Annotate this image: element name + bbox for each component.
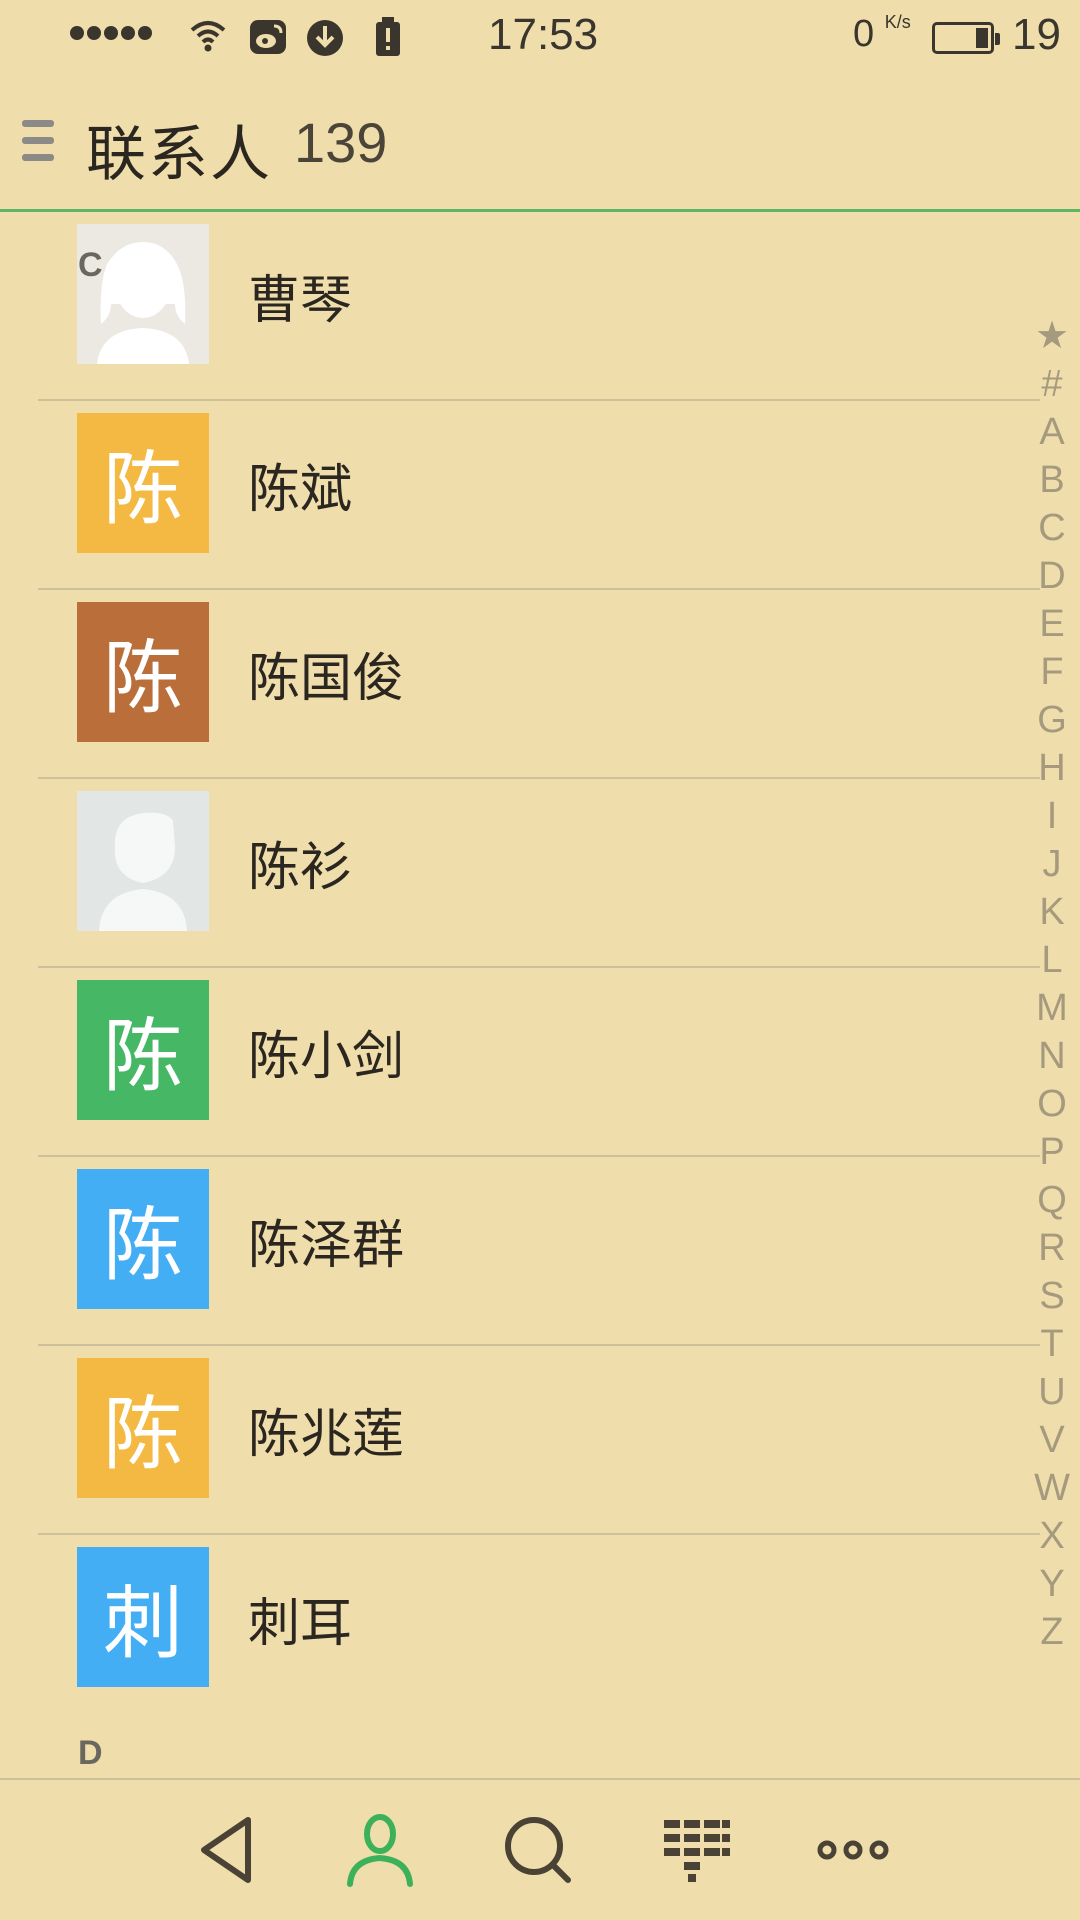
index-letter[interactable]: F <box>1040 648 1063 696</box>
index-letter[interactable]: Q <box>1037 1176 1067 1224</box>
alphabet-index[interactable]: ★ # A B C D E F G H I J K L M N O P Q R S T U V W X Y Z <box>1030 312 1074 1656</box>
clock: 17:53 <box>488 10 599 59</box>
index-letter[interactable]: O <box>1037 1080 1067 1128</box>
avatar: 陈 <box>77 980 209 1120</box>
contact-row[interactable]: 陈 陈泽群 <box>0 1157 1040 1346</box>
battery-icon <box>932 22 1000 54</box>
menu-icon[interactable] <box>22 120 54 166</box>
index-letter[interactable]: C <box>1038 504 1065 552</box>
page-title: 联系人 <box>86 120 272 190</box>
contact-row[interactable]: 陈衫 <box>0 779 1040 968</box>
female-avatar-icon <box>97 242 189 364</box>
status-bar: 17:53 0 K/s 19 <box>0 0 1080 76</box>
index-letter[interactable]: H <box>1038 744 1065 792</box>
contact-row[interactable]: 陈 陈斌 <box>0 401 1040 590</box>
dialpad-button[interactable] <box>656 1810 736 1890</box>
contacts-screen: 17:53 0 K/s 19 联系人 139 曹琴 陈 陈斌 陈 陈国俊 陈衫 … <box>0 0 1080 1920</box>
contact-name: 刺耳 <box>248 1594 353 1654</box>
index-letter[interactable]: R <box>1038 1224 1065 1272</box>
index-letter[interactable]: G <box>1037 696 1067 744</box>
app-header: 联系人 139 <box>0 76 1080 212</box>
contact-name: 陈兆莲 <box>248 1405 405 1465</box>
download-icon <box>307 20 343 56</box>
search-button[interactable] <box>498 1810 578 1890</box>
wifi-icon <box>190 21 226 52</box>
index-letter[interactable]: Z <box>1040 1608 1063 1656</box>
avatar: 陈 <box>77 602 209 742</box>
male-avatar-icon <box>99 812 187 931</box>
more-dots-icon <box>817 1840 889 1860</box>
signal-strength-icon <box>70 26 152 40</box>
contact-row[interactable]: 陈 陈兆莲 <box>0 1346 1040 1535</box>
battery-level: 19 <box>1012 10 1061 59</box>
index-letter[interactable]: S <box>1039 1272 1064 1320</box>
contact-row[interactable]: 陈 陈小剑 <box>0 968 1040 1157</box>
contact-row[interactable]: 刺 刺耳 <box>0 1535 1040 1724</box>
dialpad-icon <box>664 1820 730 1882</box>
section-header-c: C <box>78 246 103 284</box>
contact-name: 陈国俊 <box>248 649 405 709</box>
index-letter[interactable]: L <box>1041 936 1062 984</box>
avatar <box>77 224 209 364</box>
index-letter[interactable]: D <box>1038 552 1065 600</box>
index-letter[interactable]: K <box>1039 888 1064 936</box>
index-letter[interactable]: # <box>1041 360 1062 408</box>
contact-name: 陈泽群 <box>248 1216 405 1276</box>
index-letter[interactable]: V <box>1039 1416 1064 1464</box>
index-letter[interactable]: Y <box>1039 1560 1064 1608</box>
contact-name: 曹琴 <box>248 271 353 331</box>
avatar: 刺 <box>77 1547 209 1687</box>
index-letter[interactable]: W <box>1034 1464 1070 1512</box>
index-letter[interactable]: I <box>1047 792 1058 840</box>
index-letter[interactable]: M <box>1036 984 1068 1032</box>
avatar: 陈 <box>77 1169 209 1309</box>
network-speed: 0 K/s <box>853 12 911 55</box>
index-letter[interactable]: E <box>1039 600 1064 648</box>
alert-icon <box>376 17 400 56</box>
more-button[interactable] <box>813 1810 893 1890</box>
contact-list[interactable]: 曹琴 陈 陈斌 陈 陈国俊 陈衫 陈 陈小剑 陈 陈泽群 陈 陈兆莲 刺 刺耳 … <box>0 212 1040 1778</box>
index-letter[interactable]: N <box>1038 1032 1065 1080</box>
weibo-icon <box>250 20 286 54</box>
contact-name: 陈斌 <box>248 460 353 520</box>
search-icon <box>505 1817 571 1883</box>
index-letter[interactable]: X <box>1039 1512 1064 1560</box>
index-letter[interactable]: J <box>1043 840 1062 888</box>
index-letter[interactable]: P <box>1039 1128 1064 1176</box>
contacts-tab[interactable] <box>340 1810 420 1890</box>
bottom-nav <box>0 1778 1080 1920</box>
avatar: 陈 <box>77 1358 209 1498</box>
index-letter[interactable]: T <box>1040 1320 1063 1368</box>
section-header-d: D <box>78 1734 103 1772</box>
contact-row[interactable]: 陈 陈国俊 <box>0 590 1040 779</box>
avatar: 陈 <box>77 413 209 553</box>
index-letter[interactable]: B <box>1039 456 1064 504</box>
contact-count: 139 <box>294 111 388 174</box>
back-triangle-icon <box>201 1817 251 1883</box>
index-letter[interactable]: A <box>1039 408 1064 456</box>
contact-row[interactable]: 曹琴 <box>0 212 1040 401</box>
contact-name: 陈衫 <box>248 838 353 898</box>
index-letter[interactable]: U <box>1038 1368 1065 1416</box>
index-favorites[interactable]: ★ <box>1035 312 1069 360</box>
back-button[interactable] <box>188 1810 268 1890</box>
contacts-person-icon <box>347 1814 413 1887</box>
contact-name: 陈小剑 <box>248 1027 405 1087</box>
avatar <box>77 791 209 931</box>
